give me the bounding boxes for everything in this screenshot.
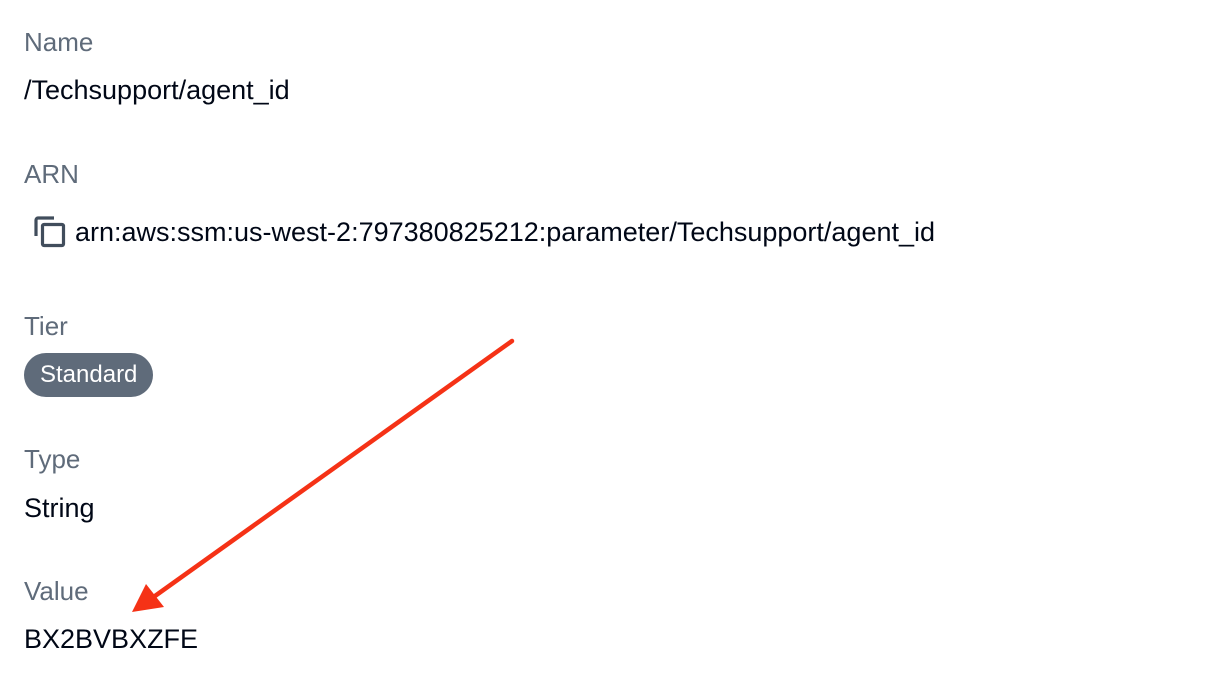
value-value: BX2BVBXZFE: [24, 624, 199, 654]
type-value: String: [24, 493, 95, 523]
arn-label: ARN: [24, 159, 79, 189]
name-value: /Techsupport/agent_id: [24, 75, 290, 105]
copy-icon[interactable]: [32, 214, 68, 250]
type-label: Type: [24, 444, 81, 474]
name-label: Name: [24, 27, 94, 57]
value-label: Value: [24, 576, 89, 606]
arn-value: arn:aws:ssm:us-west-2:797380825212:param…: [75, 217, 936, 247]
arn-row: arn:aws:ssm:us-west-2:797380825212:param…: [32, 212, 935, 252]
tier-label: Tier: [24, 311, 68, 341]
tier-badge: Standard: [24, 353, 154, 397]
